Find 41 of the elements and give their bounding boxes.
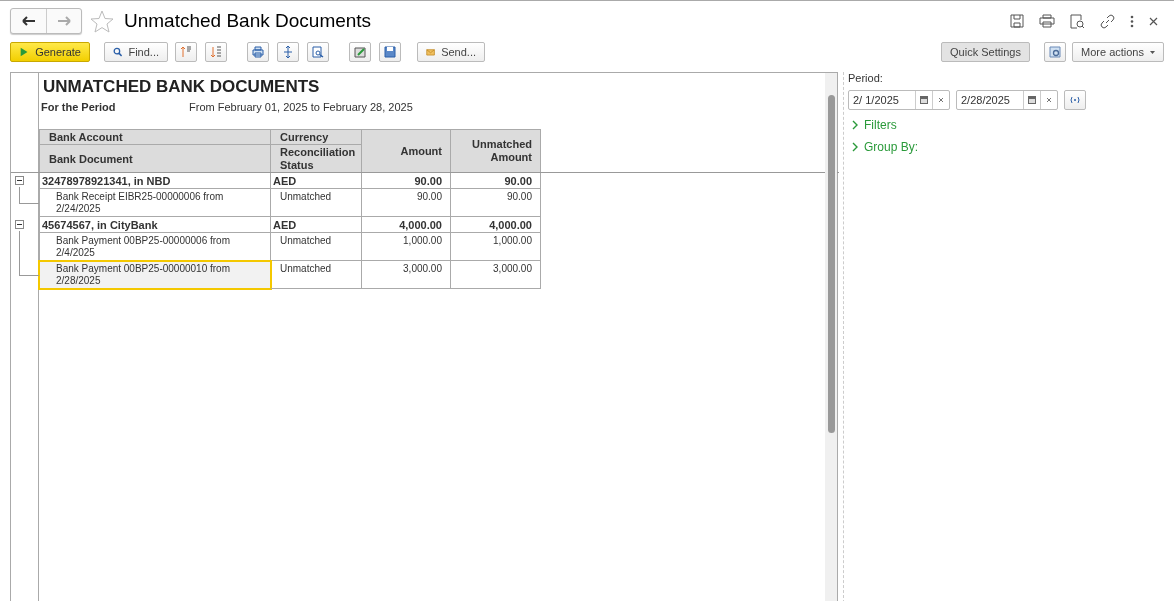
currency-cell: AED bbox=[271, 173, 362, 189]
section-link[interactable]: Filters bbox=[864, 118, 897, 132]
status-cell: Unmatched bbox=[271, 189, 362, 217]
document-cell[interactable]: Bank Payment 00BP25-00000010 from 2/28/2025 bbox=[39, 261, 271, 289]
status-cell: Unmatched bbox=[271, 261, 362, 289]
amount-cell: 4,000.00 bbox=[451, 217, 541, 233]
date-picker[interactable]: 2/28/2025 bbox=[956, 90, 1058, 110]
document-cell[interactable]: Bank Receipt EIBR25-00000006 from 2/24/2025 bbox=[39, 189, 271, 217]
quick-settings-button[interactable]: Quick Settings bbox=[941, 42, 1030, 62]
period-value: From February 01, 2025 to February 28, 2025 bbox=[189, 101, 413, 113]
find-button[interactable]: Find... bbox=[104, 42, 168, 62]
send-button[interactable]: Send... bbox=[417, 42, 485, 62]
column-header: Unmatched Amount bbox=[451, 129, 541, 172]
column-header: Bank Account bbox=[39, 129, 271, 144]
period-label: Period: bbox=[848, 72, 884, 84]
account-cell: 45674567, in CityBank bbox=[39, 217, 271, 233]
date-input[interactable]: 2/28/2025 bbox=[957, 91, 1023, 109]
column-header: Reconciliation Status bbox=[271, 144, 362, 172]
amount-cell: 90.00 bbox=[451, 173, 541, 189]
report-title: UNMATCHED BANK DOCUMENTS bbox=[43, 77, 321, 97]
date-input[interactable]: 2/ 1/2025 bbox=[849, 91, 915, 109]
currency-cell: AED bbox=[271, 217, 362, 233]
amount-cell: 90.00 bbox=[451, 189, 541, 217]
account-cell: 32478978921341, in NBD bbox=[39, 173, 271, 189]
column-header: Bank Document bbox=[39, 144, 271, 172]
date-picker[interactable]: 2/ 1/2025 bbox=[848, 90, 950, 110]
amount-cell: 90.00 bbox=[362, 189, 451, 217]
window-title: Unmatched Bank Documents bbox=[124, 10, 372, 32]
amount-cell: 1,000.00 bbox=[451, 233, 541, 261]
more-actions-button[interactable]: More actions bbox=[1072, 42, 1164, 62]
amount-cell: 90.00 bbox=[362, 173, 451, 189]
amount-cell: 3,000.00 bbox=[451, 261, 541, 289]
column-header: Amount bbox=[362, 129, 451, 172]
amount-cell: 4,000.00 bbox=[362, 217, 451, 233]
column-header: Currency bbox=[271, 129, 362, 144]
generate-button[interactable]: Generate bbox=[10, 42, 90, 62]
status-cell: Unmatched bbox=[271, 233, 362, 261]
section-link[interactable]: Group By: bbox=[864, 140, 919, 154]
period-label: For the Period bbox=[41, 101, 117, 113]
amount-cell: 1,000.00 bbox=[362, 233, 451, 261]
amount-cell: 3,000.00 bbox=[362, 261, 451, 289]
